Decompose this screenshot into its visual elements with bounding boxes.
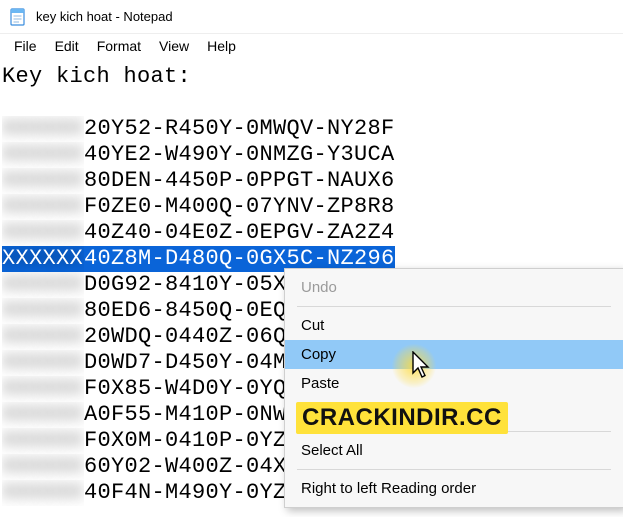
redacted-prefix: XXXXXX [2,324,84,350]
redacted-prefix: XXXXXX [2,376,84,402]
redacted-prefix: XXXXXX [2,142,84,168]
key-text: F0X0M-0410P-0YZ [84,428,287,454]
titlebar: key kich hoat - Notepad [0,0,623,34]
editor-line: XXXXXX80DEN-4450P-0PPGT-NAUX6 [2,168,621,194]
menu-help[interactable]: Help [199,36,244,56]
redacted-prefix: XXXXXX [2,272,84,298]
ctx-rtl[interactable]: Right to left Reading order [285,474,623,503]
window-title: key kich hoat - Notepad [36,9,173,24]
editor-line: XXXXXX40YE2-W490Y-0NMZG-Y3UCA [2,142,621,168]
key-text: D0WD7-D450Y-04M [84,350,287,376]
redacted-prefix: XXXXXX [2,428,84,454]
key-text: 60Y02-W400Z-04X [84,454,287,480]
menu-file[interactable]: File [6,36,45,56]
key-text: F0X85-W4D0Y-0YQ [84,376,287,402]
watermark: CRACKINDIR.CC [296,402,508,434]
key-text: 80ED6-8450Q-0EQ [84,298,287,324]
menubar: File Edit Format View Help [0,34,623,58]
editor-line: XXXXXX20Y52-R450Y-0MWQV-NY28F [2,116,621,142]
ctx-cut[interactable]: Cut [285,311,623,340]
ctx-undo[interactable]: Undo [285,273,623,302]
editor-line: XXXXXXF0ZE0-M400Q-07YNV-ZP8R8 [2,194,621,220]
ctx-separator [297,469,611,470]
redacted-prefix: XXXXXX [2,454,84,480]
redacted-prefix: XXXXXX [2,350,84,376]
redacted-prefix: XXXXXX [2,298,84,324]
key-text: A0F55-M410P-0NW [84,402,287,428]
ctx-copy[interactable]: Copy [285,340,623,369]
menu-edit[interactable]: Edit [47,36,87,56]
menu-format[interactable]: Format [89,36,149,56]
redacted-prefix: XXXXXX [2,194,84,220]
key-text: 80DEN-4450P-0PPGT-NAUX6 [84,168,395,194]
key-text: F0ZE0-M400Q-07YNV-ZP8R8 [84,194,395,220]
key-text: 40YE2-W490Y-0NMZG-Y3UCA [84,142,395,168]
context-menu: Undo Cut Copy Paste Delete Select All Ri… [284,268,623,508]
ctx-paste[interactable]: Paste [285,369,623,398]
redacted-prefix: XXXXXX [2,480,84,506]
key-text: 40F4N-M490Y-0YZ [84,480,287,506]
key-text: 20WDQ-0440Z-06Q [84,324,287,350]
notepad-icon [8,7,28,27]
redacted-prefix: XXXXXX [2,168,84,194]
menu-view[interactable]: View [151,36,197,56]
editor-header: Key kich hoat: [2,64,621,90]
blank-line [2,90,621,116]
ctx-select-all[interactable]: Select All [285,436,623,465]
redacted-prefix: XXXXXX [2,220,84,246]
key-text: D0G92-8410Y-05X [84,272,287,298]
redacted-prefix: XXXXXX [2,246,84,272]
editor-line: XXXXXX40Z40-04E0Z-0EPGV-ZA2Z4 [2,220,621,246]
redacted-prefix: XXXXXX [2,116,84,142]
key-text: 20Y52-R450Y-0MWQV-NY28F [84,116,395,142]
key-text: 40Z40-04E0Z-0EPGV-ZA2Z4 [84,220,395,246]
ctx-separator [297,306,611,307]
redacted-prefix: XXXXXX [2,402,84,428]
